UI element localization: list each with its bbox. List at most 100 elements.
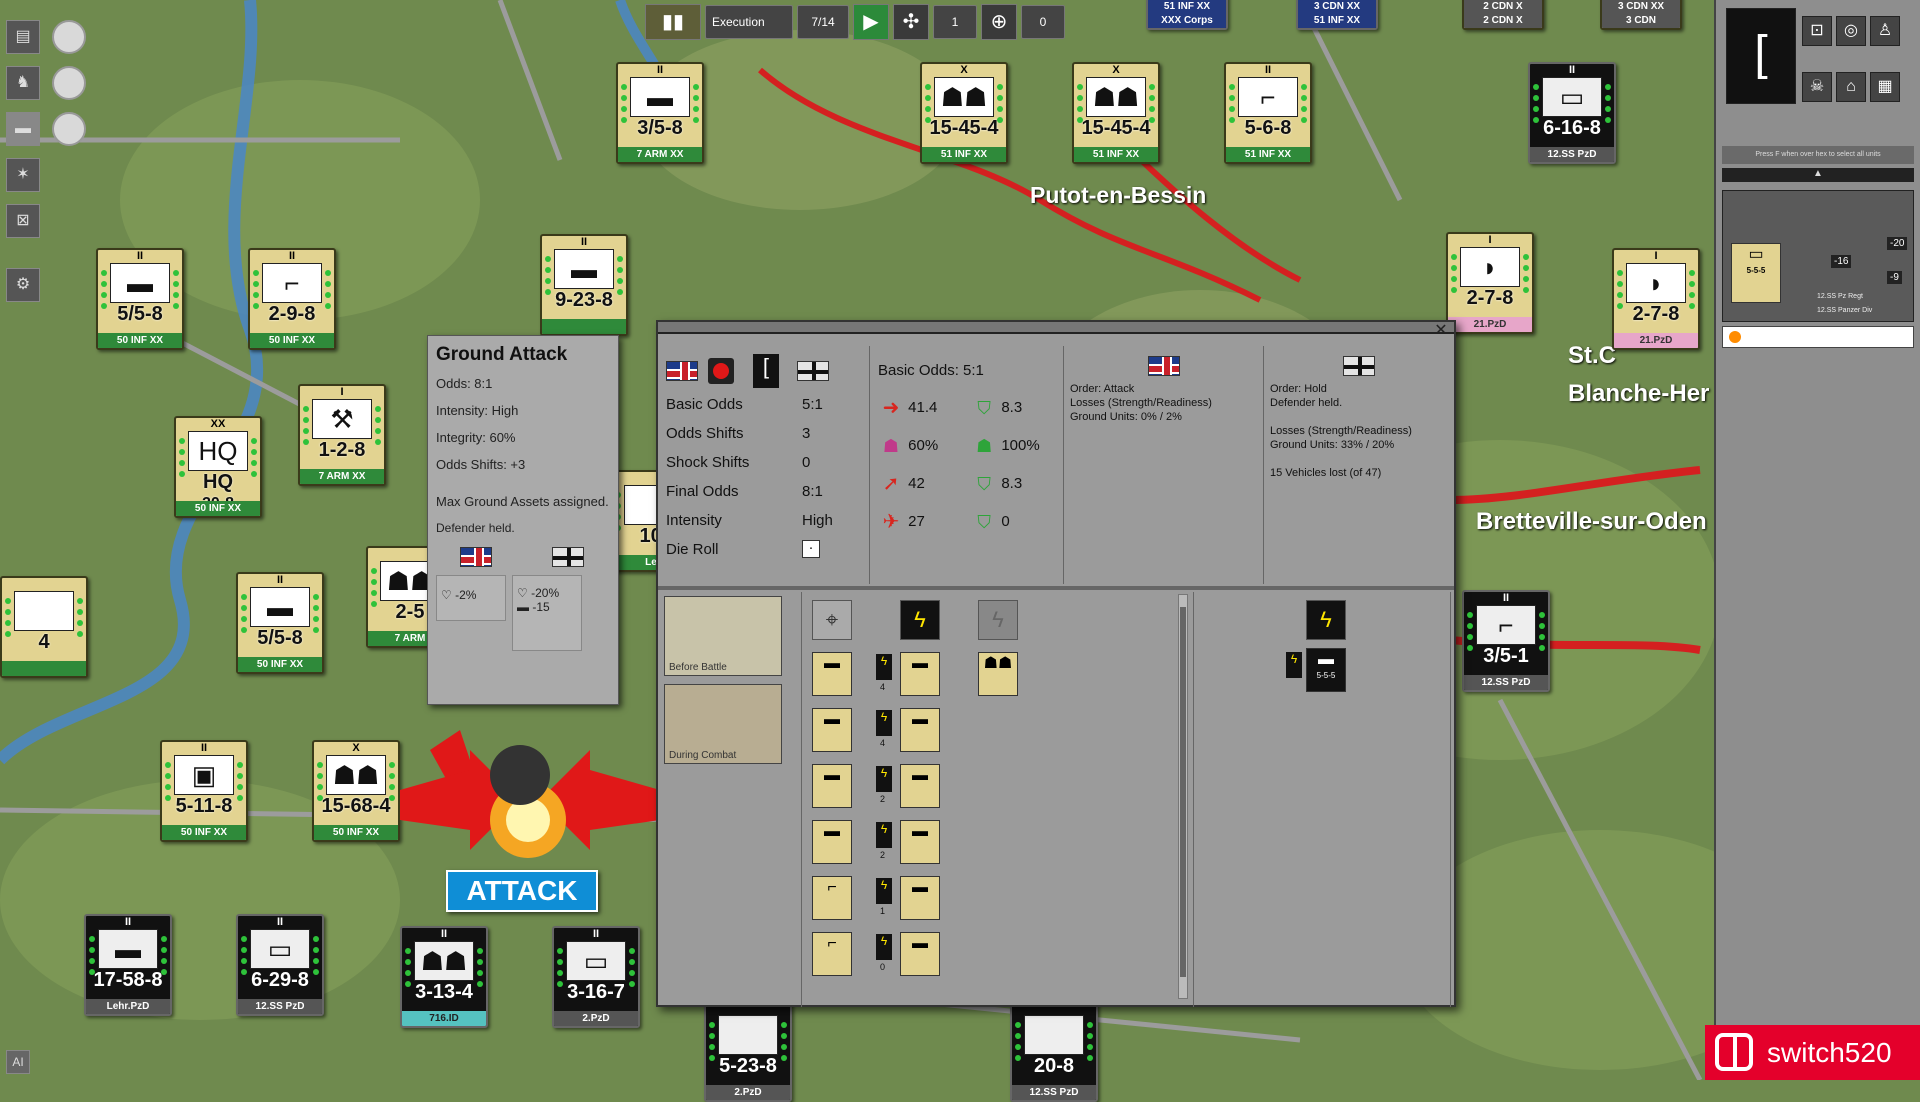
formation-icon: ☗ xyxy=(882,436,900,457)
unit-counter[interactable]: X ☗☗ 15-45-4 51 INF XX xyxy=(1072,62,1160,164)
panel-hint: Press F when over hex to select all unit… xyxy=(1722,146,1914,164)
attacker-support-unit[interactable]: ▬ xyxy=(812,820,852,864)
battle-thumbnail[interactable]: During Combat xyxy=(664,684,782,764)
unit-counter[interactable]: 2 CDN X2 CDN X xyxy=(1462,0,1544,30)
lightning-icon[interactable]: ϟ xyxy=(1306,600,1346,640)
ga-note: Defender held. xyxy=(436,521,515,535)
unit-strength: 20-8 xyxy=(1033,1055,1075,1077)
unit-counter[interactable]: II ⌐ 5-6-8 51 INF XX xyxy=(1224,62,1312,164)
attacker-unit[interactable]: ▬ xyxy=(900,652,940,696)
toggle-circle-icon[interactable] xyxy=(52,20,86,54)
star-icon[interactable]: ✶ xyxy=(6,158,40,192)
attacker-unit[interactable]: ▬ xyxy=(900,932,940,976)
unit-counter[interactable]: II ⌐ 3/5-1 12.SS PzD xyxy=(1462,590,1550,692)
odds-label: Intensity xyxy=(666,512,722,529)
next-phase-icon[interactable]: ▶ xyxy=(853,4,889,40)
watermark: switch520 xyxy=(1705,1025,1920,1080)
panel-button-icon[interactable]: ◎ xyxy=(1836,16,1866,46)
panel-button-icon[interactable]: ⊡ xyxy=(1802,16,1832,46)
artillery-icon[interactable]: ⌖ xyxy=(812,600,852,640)
unit-counter[interactable]: I ◗ 2-7-8 21.PzD xyxy=(1612,248,1700,350)
close-icon[interactable]: ✕ xyxy=(1432,322,1450,340)
unit-counter[interactable]: 5-23-8 2.PzD xyxy=(704,1000,792,1102)
uk-flag-icon xyxy=(460,547,492,567)
attacker-unit[interactable]: ▬ xyxy=(900,820,940,864)
supply-dots xyxy=(325,270,331,314)
unit-counter[interactable]: II ▣ 5-11-8 50 INF XX xyxy=(160,740,248,842)
uk-flag-icon xyxy=(666,361,698,381)
halftrack-icon: ▭ xyxy=(250,929,310,969)
toggle-circle-icon[interactable] xyxy=(52,66,86,100)
unit-counter[interactable]: II ▬ 9-23-8 xyxy=(540,234,628,336)
unit-counter[interactable]: II ▬ 5/5-8 50 INF XX xyxy=(96,248,184,350)
unit-card[interactable]: ▭ 5-5-5 12.SS Pz Regt 12.SS Panzer Div -2… xyxy=(1722,190,1914,322)
cross-box-icon[interactable]: ⊠ xyxy=(6,204,40,238)
bar-icon[interactable]: ▬ xyxy=(6,112,40,146)
unit-counter[interactable]: II ⌐ 2-9-8 50 INF XX xyxy=(248,248,336,350)
unit-counter[interactable]: II ▭ 6-16-8 12.SS PzD xyxy=(1528,62,1616,164)
unit-counter[interactable]: II ▭ 6-29-8 12.SS PzD xyxy=(236,914,324,1016)
attacker-support-unit[interactable]: ▬ xyxy=(812,764,852,808)
unit-counter[interactable]: I ◗ 2-7-8 21.PzD xyxy=(1446,232,1534,334)
unit-counter[interactable]: II ▬ 3/5-8 7 ARM XX xyxy=(616,62,704,164)
unit-counter[interactable]: X ☗☗ 15-68-4 50 INF XX xyxy=(312,740,400,842)
def-stat: 8.3 xyxy=(1001,475,1023,492)
gear-icon[interactable]: ⚙ xyxy=(6,268,40,302)
attacker-support-unit[interactable]: ▬ xyxy=(812,652,852,696)
image-pane: Before Battle During Combat xyxy=(660,592,802,1007)
formation-label: 50 INF XX xyxy=(176,501,260,516)
battle-thumbnail[interactable]: Before Battle xyxy=(664,596,782,676)
panel-button-icon[interactable]: ⌂ xyxy=(1836,72,1866,102)
lightning-grey-icon[interactable]: ϟ xyxy=(978,600,1018,640)
phase-icon[interactable]: ▮▮ xyxy=(645,4,701,40)
crosshair-icon[interactable]: ⊕ xyxy=(981,4,1017,40)
shield-icon: ⛉ xyxy=(977,512,991,533)
attacker-unit[interactable]: ▬ xyxy=(900,764,940,808)
wolf-icon[interactable]: ♞ xyxy=(6,66,40,100)
supply-dots xyxy=(1087,1022,1093,1066)
unit-strength: 9-23-8 xyxy=(555,289,613,311)
attacker-support-unit[interactable]: ⌐ xyxy=(812,876,852,920)
readiness-dots xyxy=(89,936,95,980)
panel-white-strip[interactable] xyxy=(1722,326,1914,348)
supply-dots xyxy=(1149,84,1155,128)
unit-counter[interactable]: II ▭ 3-16-7 2.PzD xyxy=(552,926,640,1028)
place-label: Blanche-Her xyxy=(1568,380,1710,407)
unit-counter[interactable]: II ▬ 5/5-8 50 INF XX xyxy=(236,572,324,674)
unit-counter[interactable]: XXHQHQ20-850 INF XX xyxy=(174,416,262,518)
odds-rows: Basic Odds 5:1 Odds Shifts 3 Shock Shifts 0 Fi… xyxy=(666,390,865,564)
attacker-unit[interactable]: ☗☗ xyxy=(978,652,1018,696)
halftrack-icon: ▭ xyxy=(1542,77,1602,117)
unit-counter[interactable]: 20-8 12.SS PzD xyxy=(1010,1000,1098,1102)
target-icon[interactable]: ✣ xyxy=(893,4,929,40)
unit-strength: 5-11-8 xyxy=(175,795,233,817)
unit-counter[interactable]: 4 xyxy=(0,576,88,678)
bracket-icon[interactable]: [ xyxy=(752,354,779,388)
formation-label: 51 INF XX xyxy=(922,147,1006,162)
unit-portrait[interactable]: [ xyxy=(1726,8,1796,104)
attack-banner[interactable]: ATTACK xyxy=(446,870,598,912)
record-icon[interactable] xyxy=(708,358,735,384)
toggle-circle-icon[interactable] xyxy=(52,112,86,146)
unit-counter[interactable]: X ☗☗ 15-45-4 51 INF XX xyxy=(920,62,1008,164)
unit-counter[interactable]: 3 CDN XX 3 CDN xyxy=(1600,0,1682,30)
unit-counter[interactable]: I ⚒ 1-2-8 7 ARM XX xyxy=(298,384,386,486)
unit-counter[interactable]: II ☗☗ 3-13-4 716.ID xyxy=(400,926,488,1028)
unit-size: II xyxy=(656,64,664,76)
ai-icon[interactable]: AI xyxy=(6,1050,30,1074)
defender-unit[interactable]: ▬ 5-5-5 xyxy=(1306,648,1346,692)
panel-button-icon[interactable]: ▦ xyxy=(1870,72,1900,102)
scrollbar[interactable] xyxy=(1178,594,1188,999)
attacker-unit[interactable]: ▬ xyxy=(900,876,940,920)
unit-counter[interactable]: II ▬ 17-58-8 Lehr.PzD xyxy=(84,914,172,1016)
unit-counter[interactable]: 51 INF XX XXX Corps xyxy=(1146,0,1228,30)
skull-icon[interactable]: ☠ xyxy=(1802,72,1832,102)
panel-button-icon[interactable]: ♙ xyxy=(1870,16,1900,46)
attacker-support-unit[interactable]: ⌐ xyxy=(812,932,852,976)
attacker-support-unit[interactable]: ▬ xyxy=(812,708,852,752)
attacker-unit[interactable]: ▬ xyxy=(900,708,940,752)
lightning-icon[interactable]: ϟ xyxy=(900,600,940,640)
panel-strip[interactable]: ▲ xyxy=(1722,168,1914,182)
unit-counter[interactable]: 3 CDN XX 51 INF XX xyxy=(1296,0,1378,30)
document-icon[interactable]: ▤ xyxy=(6,20,40,54)
